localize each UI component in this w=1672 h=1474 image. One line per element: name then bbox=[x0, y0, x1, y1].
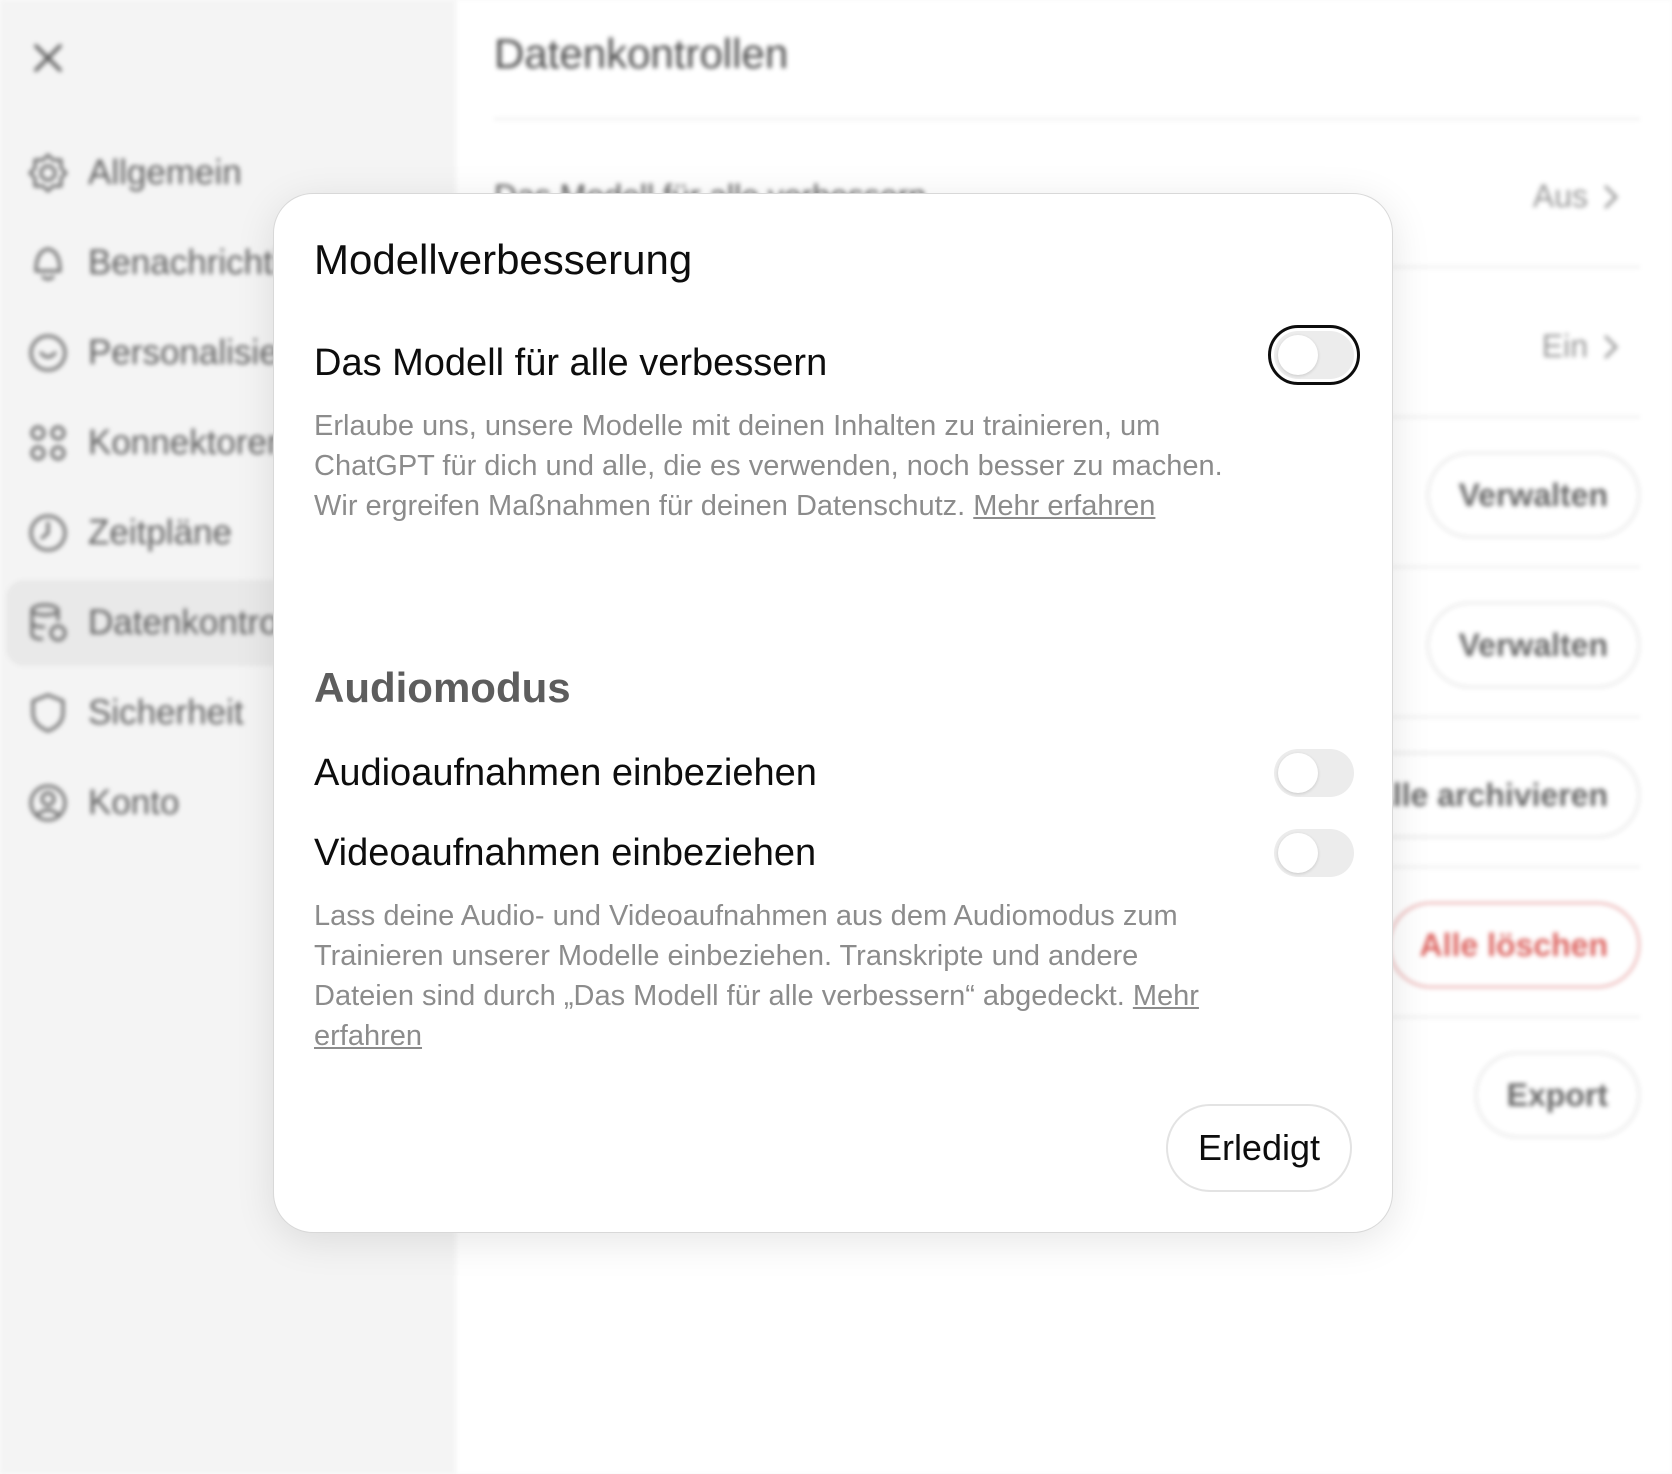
dialog-title: Modellverbesserung bbox=[314, 236, 693, 283]
done-button[interactable]: Erledigt bbox=[1165, 1104, 1352, 1192]
learn-more-link[interactable]: Mehr erfahren bbox=[973, 490, 1155, 522]
toggle-knob bbox=[1278, 753, 1318, 793]
improve-model-toggle[interactable] bbox=[1268, 325, 1360, 385]
improve-model-title: Das Modell für alle verbessern bbox=[314, 342, 828, 384]
audio-mode-description: Lass deine Audio- und Videoaufnahmen aus… bbox=[314, 896, 1234, 1056]
description-text: Lass deine Audio- und Videoaufnahmen aus… bbox=[314, 900, 1178, 1012]
include-audio-title: Audioaufnahmen einbeziehen bbox=[314, 752, 817, 794]
include-video-toggle[interactable] bbox=[1274, 829, 1354, 877]
model-improvement-dialog: Modellverbesserung Das Modell für alle v… bbox=[273, 193, 1393, 1233]
audio-section-title: Audiomodus bbox=[314, 664, 571, 711]
toggle-knob bbox=[1278, 833, 1318, 873]
include-video-title: Videoaufnahmen einbeziehen bbox=[314, 832, 817, 874]
improve-model-description: Erlaube uns, unsere Modelle mit deinen I… bbox=[314, 406, 1234, 526]
toggle-knob bbox=[1278, 335, 1318, 375]
include-audio-toggle[interactable] bbox=[1274, 749, 1354, 797]
